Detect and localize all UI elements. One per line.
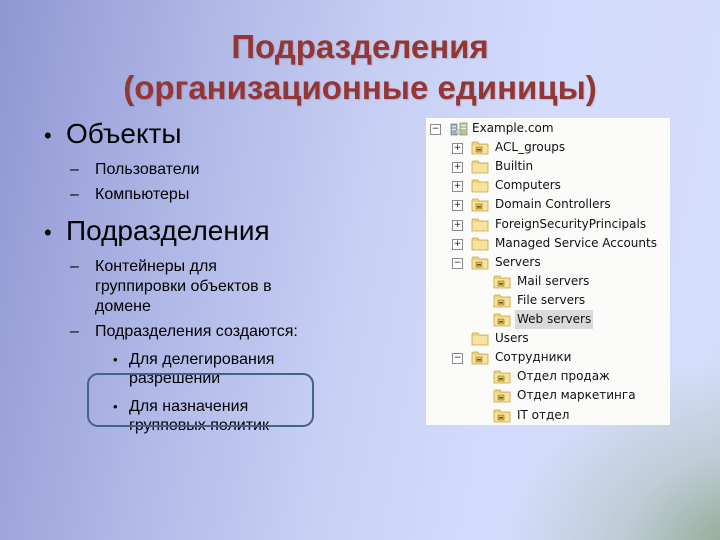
- subsubitem-text-line: Для делегирования: [129, 351, 275, 368]
- bullet-text: Подразделения: [66, 215, 270, 246]
- tree-node[interactable]: + ACL_groups: [426, 138, 670, 157]
- ou-folder-icon: [493, 409, 511, 422]
- folder-icon: [471, 160, 489, 174]
- subitem-text-line: домене: [95, 298, 151, 315]
- dash-glyph: –: [70, 258, 79, 275]
- expand-icon[interactable]: +: [452, 200, 463, 212]
- tree-node[interactable]: Отдел маркетинга: [426, 386, 670, 405]
- tree-label: Example.com: [472, 121, 554, 135]
- tree-node[interactable]: Users: [426, 329, 670, 348]
- tree-label: IT отдел: [517, 407, 570, 422]
- bullet-glyph: •: [113, 352, 118, 367]
- expand-icon[interactable]: +: [452, 143, 463, 155]
- folder-icon: [471, 179, 489, 193]
- expand-icon[interactable]: +: [452, 238, 463, 250]
- tree-label: ACL_groups: [495, 140, 566, 155]
- ou-folder-icon: [493, 313, 511, 327]
- tree-node[interactable]: + Builtin: [426, 157, 670, 176]
- tree-label: Mail servers: [517, 273, 590, 288]
- bullet-glyph: •: [44, 220, 52, 245]
- tree-node[interactable]: + Domain Controllers: [426, 195, 670, 214]
- tree-node[interactable]: − Сотрудники: [426, 348, 670, 367]
- tree-node[interactable]: Отдел продаж: [426, 367, 670, 386]
- domain-icon: [450, 122, 468, 136]
- tree-node[interactable]: IT отдел: [426, 406, 670, 425]
- tree-label: Servers: [495, 254, 541, 269]
- ou-folder-icon: [493, 370, 511, 384]
- subitem-text-line: Контейнеры для: [95, 258, 217, 275]
- ou-folder-icon: [493, 275, 511, 289]
- ou-folder-icon: [471, 351, 489, 365]
- title-line-2: (организационные единицы): [123, 69, 597, 106]
- tree-node[interactable]: + ForeignSecurityPrincipals: [426, 215, 670, 234]
- subitem-text: Подразделения создаются:: [95, 323, 298, 340]
- tree-label: Отдел продаж: [517, 369, 610, 384]
- bullet-glyph: •: [44, 123, 52, 148]
- tree-label-selected: Web servers: [515, 310, 594, 329]
- bullet-text: Объекты: [66, 118, 182, 149]
- collapse-icon[interactable]: −: [430, 124, 441, 135]
- dash-glyph: –: [70, 323, 79, 340]
- folder-icon: [471, 332, 489, 346]
- collapse-icon[interactable]: −: [452, 353, 463, 365]
- expand-icon[interactable]: +: [452, 162, 463, 174]
- highlight-frame: [87, 373, 314, 427]
- ou-folder-icon: [493, 389, 511, 403]
- ou-folder-icon: [471, 256, 489, 270]
- tree-label: Domain Controllers: [495, 197, 611, 212]
- tree-node[interactable]: Mail servers: [426, 272, 670, 291]
- expand-icon[interactable]: +: [452, 181, 463, 193]
- ou-folder-icon: [471, 198, 489, 212]
- tree-label: File servers: [517, 292, 586, 307]
- tree-node[interactable]: File servers: [426, 291, 670, 310]
- tree-label: Users: [495, 331, 529, 346]
- tree-label: Computers: [495, 178, 561, 193]
- title-line-1: Подразделения: [231, 28, 489, 65]
- ou-folder-icon: [493, 294, 511, 308]
- expand-icon[interactable]: +: [452, 219, 463, 231]
- tree-node[interactable]: + Managed Service Accounts: [426, 234, 670, 253]
- subitem-text: Компьютеры: [95, 186, 190, 203]
- tree-label: Отдел маркетинга: [517, 388, 636, 403]
- tree-label: ForeignSecurityPrincipals: [495, 216, 647, 231]
- dash-glyph: –: [70, 161, 79, 178]
- tree-node[interactable]: − Servers: [426, 253, 670, 272]
- tree-label: Builtin: [495, 159, 534, 174]
- subitem-text-line: группировки объектов в: [95, 278, 272, 295]
- tree-node[interactable]: Web servers: [426, 310, 670, 329]
- dash-glyph: –: [70, 186, 79, 203]
- folder-icon: [471, 218, 489, 231]
- ad-tree: − Example.com + ACL_groups + Builtin + Comput…: [426, 118, 670, 425]
- tree-label: Managed Service Accounts: [495, 235, 657, 250]
- subitem-text: Пользователи: [95, 161, 200, 178]
- tree-root[interactable]: − Example.com: [426, 119, 670, 138]
- slide-title: Подразделения (организационные единицы): [0, 26, 720, 108]
- folder-icon: [471, 237, 489, 250]
- tree-node[interactable]: + Computers: [426, 176, 670, 195]
- collapse-icon[interactable]: −: [452, 257, 463, 269]
- tree-label: Сотрудники: [495, 350, 572, 365]
- ou-folder-icon: [471, 141, 489, 155]
